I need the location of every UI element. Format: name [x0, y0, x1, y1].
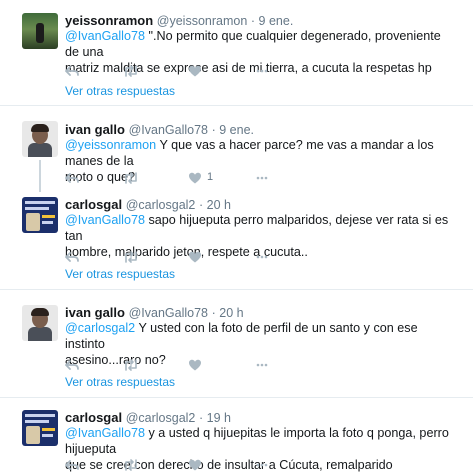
like-icon[interactable]: [188, 358, 202, 372]
reply-icon[interactable]: [65, 64, 79, 78]
handle[interactable]: @IvanGallo78: [129, 123, 208, 137]
mention-link[interactable]: @carlosgal2: [65, 321, 135, 335]
retweet-icon[interactable]: [123, 64, 137, 78]
reply-icon[interactable]: [65, 458, 79, 472]
like-icon[interactable]: [188, 458, 202, 472]
retweet-icon[interactable]: [123, 250, 137, 264]
display-name[interactable]: carlosgal: [65, 197, 122, 212]
avatar[interactable]: [22, 197, 58, 233]
thread-line: [39, 160, 41, 192]
divider: [0, 289, 473, 290]
retweet-icon[interactable]: [123, 458, 137, 472]
avatar[interactable]: [22, 13, 58, 49]
handle[interactable]: @yeissonramon: [157, 14, 248, 28]
handle[interactable]: @carlosgal2: [126, 411, 196, 425]
reply-icon[interactable]: [65, 171, 79, 185]
reply-icon[interactable]: [65, 358, 79, 372]
more-replies-link[interactable]: Ver otras respuestas: [65, 84, 175, 98]
tweet-header: carlosgal @carlosgal2 · 19 h: [65, 410, 231, 425]
display-name[interactable]: yeissonramon: [65, 13, 153, 28]
timestamp[interactable]: · 20 h: [199, 198, 231, 212]
more-icon[interactable]: [255, 64, 269, 78]
timestamp[interactable]: · 19 h: [199, 411, 231, 425]
mention-link[interactable]: @IvanGallo78: [65, 426, 145, 440]
reply-icon[interactable]: [65, 250, 79, 264]
more-replies-link[interactable]: Ver otras respuestas: [65, 267, 175, 281]
divider: [0, 397, 473, 398]
more-icon[interactable]: [255, 250, 269, 264]
avatar[interactable]: [22, 305, 58, 341]
more-icon[interactable]: [255, 358, 269, 372]
mention-link[interactable]: @yeissonramon: [65, 138, 156, 152]
display-name[interactable]: ivan gallo: [65, 305, 125, 320]
like-count: 1: [207, 171, 214, 183]
tweet-header: ivan gallo @IvanGallo78 · 9 ene.: [65, 122, 254, 137]
timestamp[interactable]: · 9 ene.: [212, 123, 254, 137]
avatar[interactable]: [22, 410, 58, 446]
like-icon[interactable]: [188, 64, 202, 78]
display-name[interactable]: carlosgal: [65, 410, 122, 425]
more-icon[interactable]: [255, 171, 269, 185]
avatar[interactable]: [22, 121, 58, 157]
more-icon[interactable]: [255, 458, 269, 472]
tweet-header: yeissonramon @yeissonramon · 9 ene.: [65, 13, 293, 28]
timestamp[interactable]: · 20 h: [212, 306, 244, 320]
more-replies-link[interactable]: Ver otras respuestas: [65, 375, 175, 389]
timestamp[interactable]: · 9 ene.: [251, 14, 293, 28]
divider: [0, 105, 473, 106]
display-name[interactable]: ivan gallo: [65, 122, 125, 137]
retweet-icon[interactable]: [123, 358, 137, 372]
tweet-header: ivan gallo @IvanGallo78 · 20 h: [65, 305, 244, 320]
retweet-icon[interactable]: [123, 171, 137, 185]
handle[interactable]: @carlosgal2: [126, 198, 196, 212]
mention-link[interactable]: @IvanGallo78: [65, 213, 145, 227]
handle[interactable]: @IvanGallo78: [129, 306, 208, 320]
like-icon[interactable]: [188, 171, 202, 185]
tweet-header: carlosgal @carlosgal2 · 20 h: [65, 197, 231, 212]
like-icon[interactable]: [188, 250, 202, 264]
mention-link[interactable]: @IvanGallo78: [65, 29, 145, 43]
